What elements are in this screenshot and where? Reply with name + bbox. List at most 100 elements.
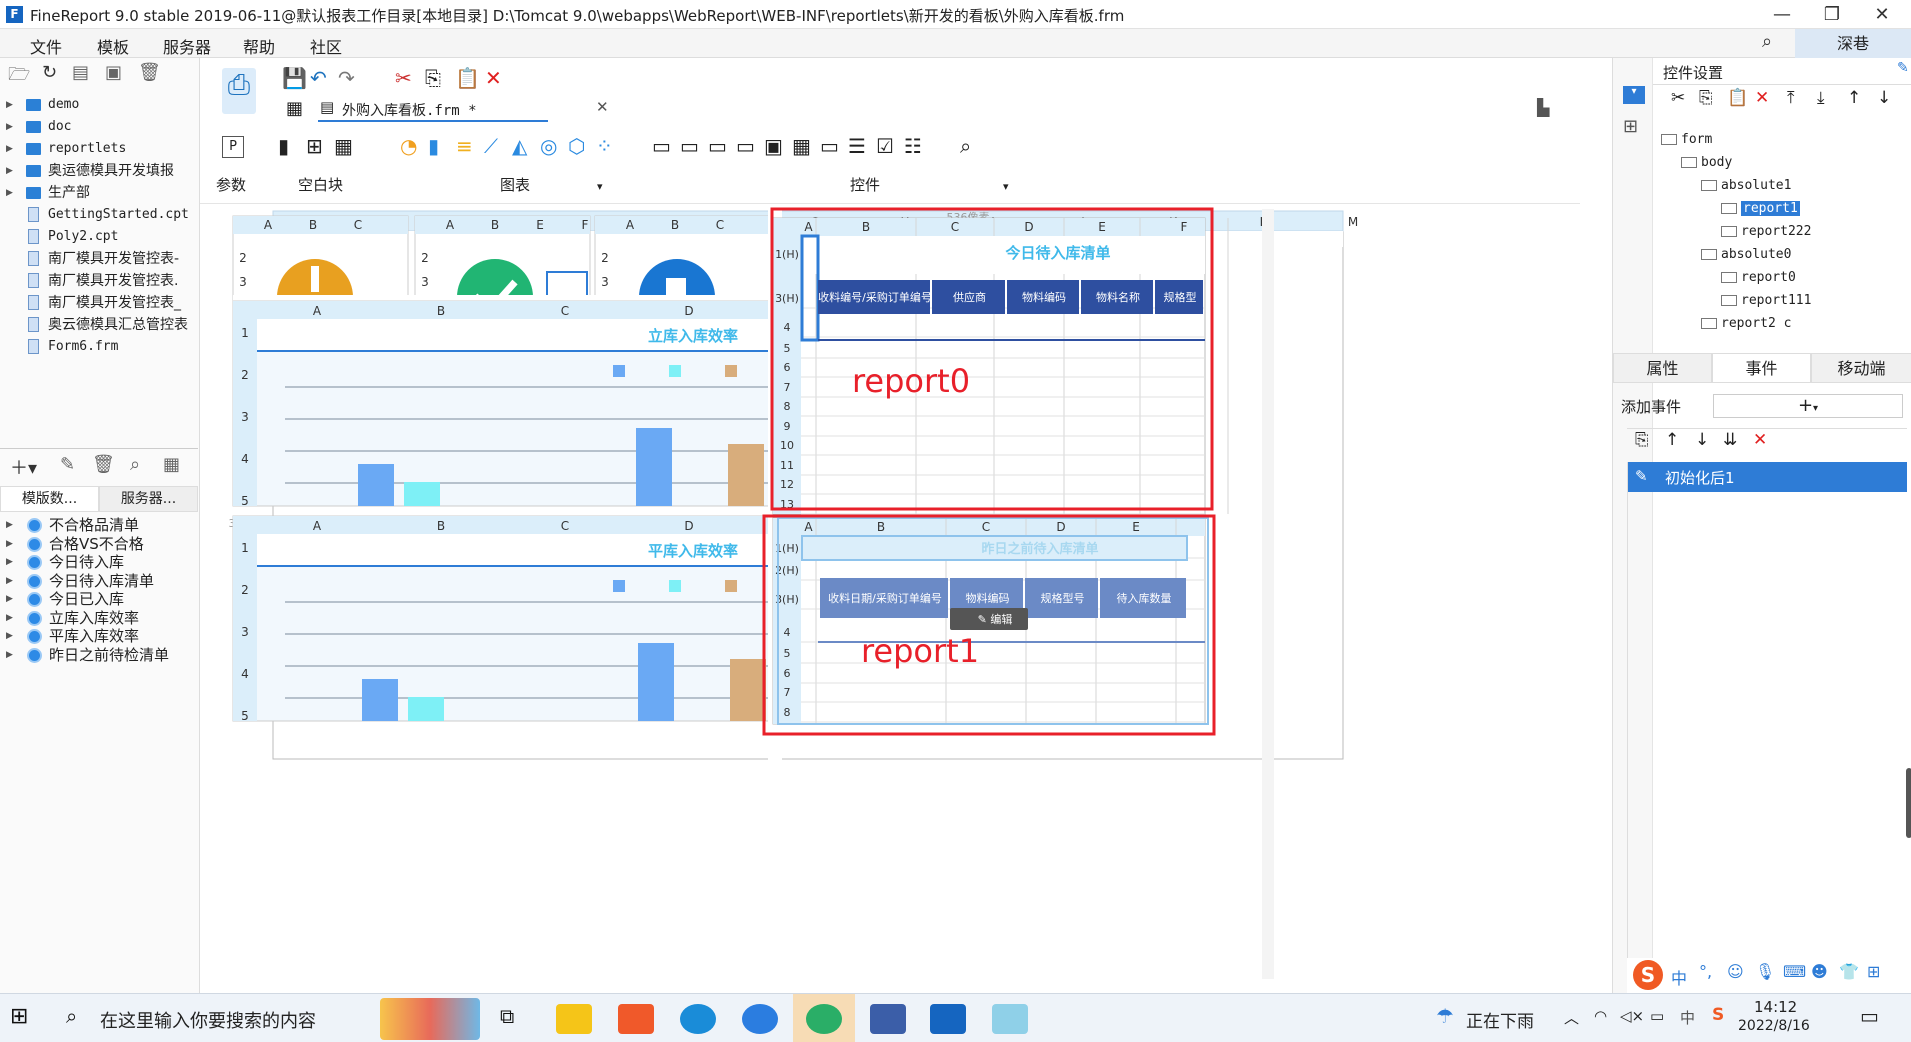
delete-icon[interactable]: 🗑 [138,62,161,83]
delete-icon[interactable]: ✕ [1755,88,1769,108]
move-down-icon[interactable]: ↓ [1877,88,1891,108]
search-icon[interactable]: ⌕ [66,1004,77,1028]
radio-widget-icon[interactable]: ☷ [904,134,922,158]
event-down-icon[interactable]: ↓ [1695,430,1709,450]
file-explorer-icon[interactable] [556,1004,592,1034]
tree-item[interactable]: ▶ reportlets [0,138,195,160]
delete-dataset-icon[interactable]: 🗑 [92,454,115,475]
edit-icon[interactable]: ✎ [60,454,75,475]
refresh-icon[interactable]: ↻ [42,62,57,83]
tree-item[interactable]: ▶ 奥运德模具开发填报 [0,160,195,182]
undo-icon[interactable]: ↶ [310,66,327,90]
expand-icon[interactable]: ▙ [1537,98,1549,117]
mic-icon[interactable]: 🎙 [1755,962,1775,981]
ime-indicator[interactable]: 中 [1680,1007,1695,1028]
grid-block-icon[interactable]: ▦ [334,134,353,158]
widget-tree-item[interactable]: report111 [1721,293,1811,313]
widget-tree-item[interactable]: report2 c [1701,316,1791,336]
weather-icon[interactable]: ☂ [1436,1004,1454,1028]
widget-tree-item[interactable]: absolute0 [1701,247,1791,267]
keyboard-icon[interactable]: ⌨ [1783,962,1806,981]
remote-desktop-icon[interactable] [870,1004,906,1034]
block-icon[interactable]: ▮ [278,134,289,158]
open-folder-icon[interactable]: 🗁 [8,62,30,92]
list-widget-icon[interactable]: ☰ [848,134,866,158]
edit-icon[interactable]: ✎ [1897,60,1909,76]
clock-time[interactable]: 14:12 [1754,998,1797,1016]
gauge-chart-icon[interactable]: ◎ [540,134,557,158]
event-up-icon[interactable]: ↑ [1665,430,1679,450]
emoji-icon[interactable]: ☺ [1727,962,1744,981]
tree-item[interactable]: 奥云德模具汇总管控表 [0,314,195,336]
search-icon[interactable]: ⌕ [1762,31,1772,52]
delete-event-icon[interactable]: ✕ [1753,430,1767,450]
search-app-icon[interactable] [742,1004,778,1034]
paste-icon[interactable]: 📋 [455,66,480,90]
widget-tree-item[interactable]: report1 [1721,201,1800,221]
tree-item[interactable]: ▶ doc [0,116,195,138]
wifi-icon[interactable]: ◠ [1594,1007,1607,1025]
preview-icon[interactable]: ⌕ [130,454,140,475]
copy-icon[interactable]: ⎘ [1699,88,1713,108]
widget-setting-icon[interactable]: ▾ [1623,86,1645,104]
ime-mode[interactable]: 中 [1671,965,1687,989]
tab-mobile[interactable]: 移动端 [1811,353,1911,383]
app-red-icon[interactable] [618,1004,654,1034]
scrollbar-thumb[interactable] [1906,768,1911,838]
theme-selector[interactable]: 深巷 [1795,29,1911,58]
tab-template-dataset[interactable]: 模版数... [0,486,99,512]
copy-icon[interactable]: ⎘ [425,66,441,90]
tree-item[interactable]: 南厂模具开发管控表_ [0,292,195,314]
skin-icon[interactable]: 👕 [1839,962,1859,981]
menu-community[interactable]: 社区 [310,34,342,58]
widget-tree-item[interactable]: form [1661,132,1712,152]
chevron-up-icon[interactable]: ︿ [1564,1007,1579,1028]
event-item[interactable]: ✎ 初始化后1 [1627,462,1907,492]
combo-widget-icon[interactable]: ▭ [736,134,755,158]
redo-icon[interactable]: ↷ [338,66,355,90]
tab-server-dataset[interactable]: 服务器... [99,486,198,512]
grid-icon[interactable]: ▦ [286,98,303,119]
windows-start-icon[interactable]: ⊞ [10,1004,28,1029]
add-event-button[interactable]: +▾ [1713,394,1903,418]
dataset-item[interactable]: ▶ 昨日之前待检清单 [0,644,198,666]
table-widget-icon[interactable]: ▦ [792,134,811,158]
move-bottom-icon[interactable]: ⤓ [1817,88,1825,108]
punct-icon[interactable]: °, [1699,962,1712,981]
menu-help[interactable]: 帮助 [243,34,275,58]
bar-chart-icon[interactable]: ▮ [428,134,439,158]
tree-item[interactable]: ▶ demo [0,94,195,116]
number-widget-icon[interactable]: ▭ [820,134,839,158]
tree-item[interactable]: 南厂模具开发管控表- [0,248,195,270]
event-sort-icon[interactable]: ⇊ [1723,430,1737,450]
sogou-s-icon[interactable]: S [1633,960,1663,990]
tree-item[interactable]: Form6.frm [0,336,195,358]
maximize-button[interactable]: ❐ [1807,0,1857,29]
close-tab-icon[interactable]: ✕ [596,98,609,116]
widget-tree-item[interactable]: report222 [1721,224,1811,244]
chevron-down-icon[interactable]: ▾ [597,180,603,193]
date-widget-icon[interactable]: ▣ [764,134,783,158]
file-icon[interactable]: ▤ [72,62,89,83]
user-icon[interactable]: ☻ [1811,962,1828,981]
label-widget-icon[interactable]: ▭ [680,134,699,158]
paste-icon[interactable]: 📋 [1727,88,1748,108]
wechat-active-slot[interactable] [793,994,855,1042]
move-up-icon[interactable]: ↑ [1847,88,1861,108]
edge-browser-icon[interactable] [680,1004,716,1034]
finereport-icon[interactable] [930,1004,966,1034]
tree-item[interactable]: Poly2.cpt [0,226,195,248]
split-block-icon[interactable]: ⊞ [306,134,323,158]
param-icon[interactable]: P [222,136,244,158]
volume-icon[interactable]: ◁× [1620,1007,1644,1025]
widget-tree-item[interactable]: absolute1 [1701,178,1791,198]
menu-file[interactable]: 文件 [30,34,62,58]
lock-icon[interactable]: ▣ [105,62,122,83]
cut-icon[interactable]: ✂ [1671,88,1685,108]
pie-chart-icon[interactable]: ◔ [400,134,417,158]
toolbox-icon[interactable]: ⊞ [1867,962,1880,981]
battery-icon[interactable]: ▭ [1650,1007,1664,1025]
scatter-chart-icon[interactable]: ⁘ [596,134,613,158]
sogou-icon[interactable]: S [1712,1005,1724,1025]
clock-date[interactable]: 2022/8/16 [1738,1018,1810,1034]
